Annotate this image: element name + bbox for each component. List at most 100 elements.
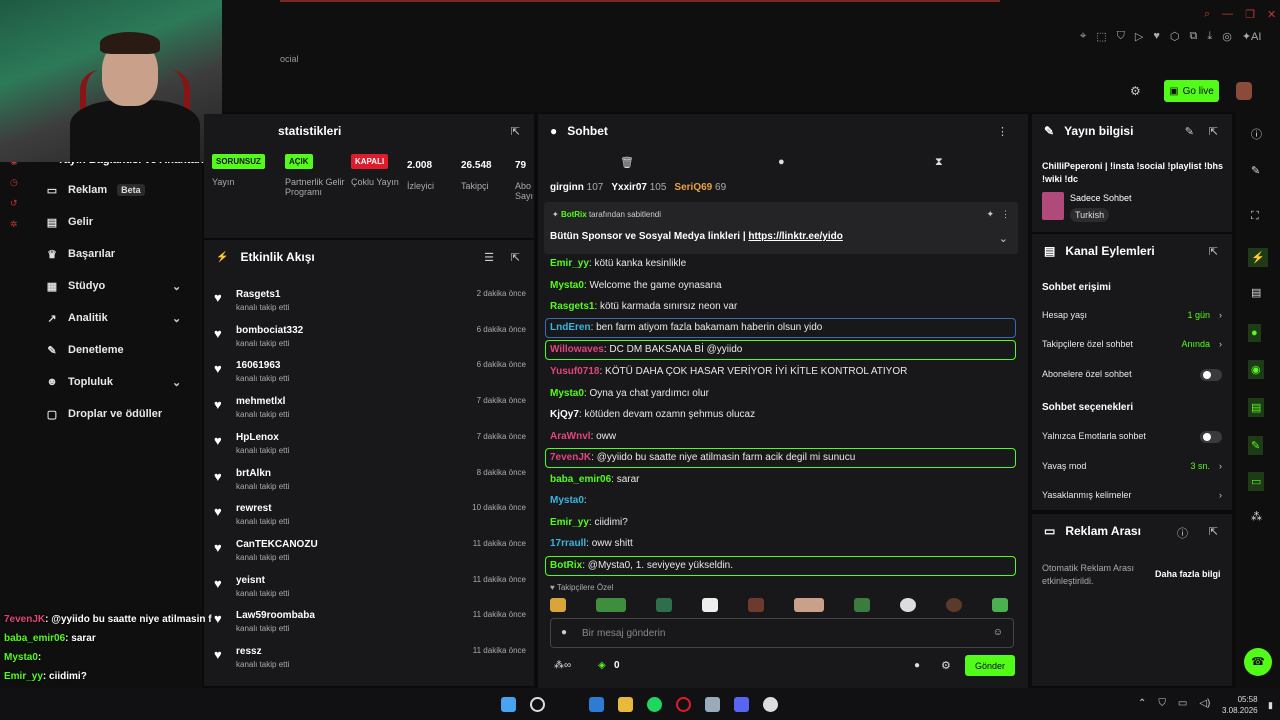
edit-icon[interactable]: ✎: [1251, 164, 1260, 177]
gear-icon[interactable]: ✲: [10, 219, 18, 230]
emote[interactable]: [794, 598, 824, 612]
chat-username[interactable]: Mysta0: [550, 495, 584, 506]
wrench-icon[interactable]: ✎: [1248, 436, 1264, 455]
sidebar-item-moderation[interactable]: ✎ Denetleme: [46, 344, 123, 357]
play-icon[interactable]: ▷: [1135, 30, 1143, 43]
chat-username[interactable]: baba_emir06: [550, 474, 611, 485]
chat-username[interactable]: 7evenJK: [550, 452, 591, 463]
subs-chat-toggle[interactable]: [1200, 369, 1222, 381]
expand-icon[interactable]: ⇱: [1209, 245, 1218, 258]
sidebar-item-drops[interactable]: ▢ Droplar ve ödüller: [46, 408, 162, 421]
heart-icon[interactable]: ♥: [1153, 30, 1160, 43]
chat-username[interactable]: Emir_yy: [550, 517, 589, 528]
start-icon[interactable]: [501, 697, 516, 712]
learn-more-link[interactable]: Daha fazla bilgi: [1155, 569, 1221, 579]
chat-username[interactable]: Yusuf0718: [550, 366, 599, 377]
sidebar-item-analytics[interactable]: ↗ Analitik ⌄: [46, 312, 196, 325]
expand-icon[interactable]: ⇱: [1209, 125, 1218, 138]
chat-message[interactable]: Mysta0:: [550, 495, 587, 506]
maximize-icon[interactable]: ❐: [1245, 8, 1255, 21]
avatar[interactable]: [1236, 82, 1252, 100]
chat-message[interactable]: 7evenJK: @yyiido bu saatte niye atilmasi…: [550, 452, 855, 463]
emote[interactable]: [992, 598, 1008, 612]
activity-row[interactable]: ♥ Law59roombaba kanalı takip etti 11 dakika…: [214, 605, 526, 639]
go-live-button[interactable]: ▣ Go live: [1164, 80, 1219, 102]
activity-row[interactable]: ♥ HpLenox kanalı takip etti 7 dakika önce: [214, 427, 526, 461]
emote-only-toggle[interactable]: [1200, 431, 1222, 443]
gear-icon[interactable]: ⚙: [941, 659, 951, 672]
minimize-icon[interactable]: —: [1222, 8, 1233, 21]
expand-icon[interactable]: ⇱: [1209, 525, 1218, 538]
spotify-icon[interactable]: [647, 697, 662, 712]
emote[interactable]: [656, 598, 672, 612]
chat-message[interactable]: BotRix: @Mysta0, 1. seviyeye yükseldin.: [550, 560, 733, 571]
pinned-link[interactable]: https://linktr.ee/yido: [748, 231, 842, 242]
support-icon[interactable]: ☎: [1244, 648, 1272, 676]
bolt-icon[interactable]: ⚡: [1248, 248, 1268, 267]
activity-row[interactable]: ♥ rewrest kanalı takip etti 10 dakika önce: [214, 498, 526, 532]
share-icon[interactable]: ↺: [10, 198, 18, 209]
steam-icon[interactable]: [705, 697, 720, 712]
hourglass-icon[interactable]: ⧗: [935, 156, 943, 169]
ai-icon[interactable]: ✦AI: [1242, 30, 1262, 43]
activity-row[interactable]: ♥ ressz kanalı takip etti 11 dakika önce: [214, 641, 526, 675]
chat-username[interactable]: LndEren: [550, 322, 591, 333]
emote[interactable]: [550, 598, 566, 612]
chat-username[interactable]: 17rraull: [550, 538, 586, 549]
folder-icon[interactable]: [618, 697, 633, 712]
filter-icon[interactable]: ☰: [484, 251, 494, 264]
edit-icon[interactable]: ✎: [1185, 125, 1194, 138]
emote[interactable]: [702, 598, 718, 612]
chat-username[interactable]: BotRix: [550, 560, 582, 571]
unpin-icon[interactable]: ✦: [986, 209, 994, 220]
chat-message[interactable]: Mysta0: Welcome the game oynasana: [550, 280, 722, 291]
expand-icon[interactable]: ⇱: [511, 125, 520, 138]
activity-row[interactable]: ♥ CanTEKCANOZU kanalı takip etti 11 dakika …: [214, 534, 526, 568]
row-account-age[interactable]: Hesap yaşı 1 gün ›: [1042, 310, 1222, 320]
chat-username[interactable]: Rasgets1: [550, 301, 594, 312]
emote[interactable]: [748, 598, 764, 612]
chat-message[interactable]: Emir_yy: kötü kanka kesinlikle: [550, 258, 686, 269]
info-icon[interactable]: ⓘ: [1177, 525, 1188, 541]
dots-icon[interactable]: ⁂: [1251, 510, 1262, 523]
doc-icon[interactable]: ▤: [1251, 286, 1261, 299]
chat-message[interactable]: baba_emir06: sarar: [550, 474, 640, 485]
activity-row[interactable]: ♥ brtAlkn kanalı takip etti 8 dakika önce: [214, 463, 526, 497]
more-icon[interactable]: ⋮: [997, 125, 1008, 138]
extensions-icon[interactable]: ⧉: [1189, 30, 1197, 43]
emote[interactable]: [596, 598, 626, 612]
list-icon[interactable]: ▤: [1248, 398, 1265, 417]
chat-username[interactable]: AraWnvl: [550, 431, 591, 442]
sidebar-item-revenue[interactable]: ▤ Gelir: [46, 216, 93, 229]
emote[interactable]: [854, 598, 870, 612]
sidebar-item-ads[interactable]: ▭ Reklam Beta: [46, 184, 145, 197]
screenshot-icon[interactable]: ⬚: [1096, 30, 1106, 43]
cube-icon[interactable]: ⬡: [1170, 30, 1180, 43]
info-icon[interactable]: ⓘ: [1251, 126, 1262, 142]
emote[interactable]: [900, 598, 916, 612]
discord-icon[interactable]: [734, 697, 749, 712]
chat-username[interactable]: Willowaves: [550, 344, 604, 355]
chat-username[interactable]: Emir_yy: [550, 258, 589, 269]
shield-icon[interactable]: ⛉: [1117, 30, 1125, 43]
chat-icon[interactable]: ●: [1248, 324, 1261, 342]
row-banned-words[interactable]: Yasaklanmış kelimeler ›: [1042, 490, 1222, 500]
network-icon[interactable]: ▭: [1178, 698, 1187, 709]
chat-message[interactable]: 17rraull: oww shitt: [550, 538, 633, 549]
sidebar-item-achievements[interactable]: ♛ Başarılar: [46, 248, 115, 261]
clock[interactable]: 05:58 3.08.2026: [1222, 694, 1258, 716]
trash-icon[interactable]: 🗑: [620, 156, 634, 169]
chat-message[interactable]: Yusuf0718: KÖTÜ DAHA ÇOK HASAR VERİYOR İ…: [550, 366, 907, 377]
app-icon[interactable]: [763, 697, 778, 712]
chat-username[interactable]: Mysta0: [550, 280, 584, 291]
emote[interactable]: [946, 598, 962, 612]
sidebar-item-studio[interactable]: ▦ Stüdyo ⌄: [46, 280, 196, 293]
chat-message[interactable]: Willowaves: DC DM BAKSANA Bİ @yyiido: [550, 344, 742, 355]
notification-icon[interactable]: ▮: [1268, 700, 1273, 711]
broadcast-settings-icon[interactable]: ⚙: [1130, 84, 1141, 98]
row-followers-chat[interactable]: Takipçilere özel sohbet Anında ›: [1042, 339, 1222, 349]
shield-icon[interactable]: ⛉: [1158, 698, 1166, 709]
chat-message[interactable]: Rasgets1: kötü karmada sınırsız neon var: [550, 301, 737, 312]
more-icon[interactable]: ⋮: [1001, 209, 1010, 220]
chat-bubble-icon[interactable]: ●: [778, 156, 785, 168]
